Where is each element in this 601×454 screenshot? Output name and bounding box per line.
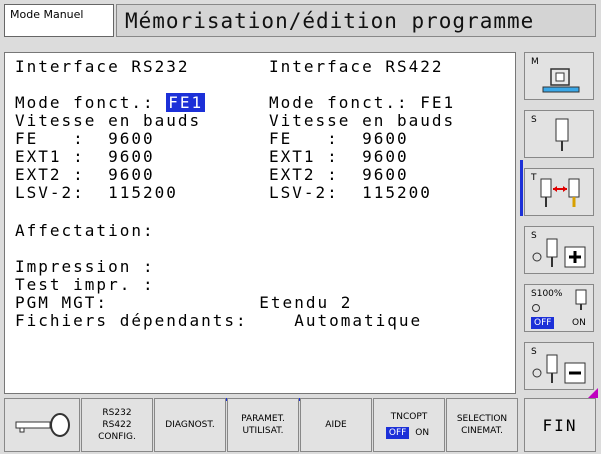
right-ext2-row: EXT2 : 9600 xyxy=(269,165,409,184)
right-mode-row: Mode fonct.: FE1 xyxy=(269,93,456,112)
side-button-s100-label: S100% xyxy=(531,289,563,299)
right-fe-row: FE : 9600 xyxy=(269,129,409,148)
machine-icon xyxy=(542,68,580,93)
s100-off-toggle[interactable]: OFF xyxy=(531,317,555,329)
utilisat-label: UTILISAT. xyxy=(242,426,284,436)
rs232-config-softkey[interactable]: RS232 RS422 CONFIG. xyxy=(81,398,153,452)
left-fe-row: FE : 9600 xyxy=(15,129,155,148)
side-button-t[interactable]: T xyxy=(524,168,594,216)
side-button-m[interactable]: M xyxy=(524,52,594,100)
spindle-icon-small xyxy=(532,304,540,312)
fichiers-dependants-row: Fichiers dépendants: Automatique xyxy=(15,311,423,330)
paramet-label: PARAMET. xyxy=(241,414,285,424)
aide-softkey[interactable]: AIDE xyxy=(300,398,372,452)
left-baud-title: Vitesse en bauds xyxy=(15,111,202,130)
right-baud-title: Vitesse en bauds xyxy=(269,111,456,130)
right-interface-header: Interface RS422 xyxy=(269,57,444,76)
impression-row: Impression : xyxy=(15,257,155,276)
diagnost-label: DIAGNOST. xyxy=(165,420,215,430)
spindle-override-icon xyxy=(575,289,587,310)
right-lsv2-row: LSV-2: 115200 xyxy=(269,183,432,202)
page-title: Mémorisation/édition programme xyxy=(116,4,596,37)
pgm-mgt-row: PGM MGT: Etendu 2 xyxy=(15,293,353,312)
fin-label: FIN xyxy=(542,415,578,435)
left-ext1-row: EXT1 : 9600 xyxy=(15,147,155,166)
diagnost-softkey[interactable]: DIAGNOST. xyxy=(154,398,226,452)
side-button-m-label: M xyxy=(531,57,539,67)
mode-tab: Mode Manuel xyxy=(4,4,114,37)
tool-change-icon xyxy=(540,178,580,207)
left-interface-header: Interface RS232 xyxy=(15,57,190,76)
right-ext1-row: EXT1 : 9600 xyxy=(269,147,409,166)
left-mode-label: Mode fonct.: xyxy=(15,93,167,112)
main-screen: Interface RS232 Interface RS422 Mode fon… xyxy=(4,52,516,394)
tncopt-on-toggle[interactable]: ON xyxy=(412,427,432,439)
spindle-icon xyxy=(555,118,569,151)
key-softkey[interactable] xyxy=(4,398,80,452)
side-button-s-label: S xyxy=(531,115,537,125)
sidebar-scroll-marker xyxy=(520,160,523,216)
paramet-utilisat-softkey[interactable]: PARAMET. UTILISAT. xyxy=(227,398,299,452)
tncopt-label: TNCOPT xyxy=(390,412,428,422)
tncopt-toggle: OFF ON xyxy=(385,427,432,439)
left-lsv2-row: LSV-2: 115200 xyxy=(15,183,178,202)
rs232-label: RS232 xyxy=(102,408,132,418)
affectation-label: Affectation: xyxy=(15,221,155,240)
side-button-s-plus[interactable]: S xyxy=(524,226,594,274)
config-label: CONFIG. xyxy=(98,432,136,442)
left-mode-value-field[interactable]: FE1 xyxy=(166,93,206,112)
spindle-minus-icon xyxy=(532,354,586,384)
left-ext2-row: EXT2 : 9600 xyxy=(15,165,155,184)
aide-label: AIDE xyxy=(325,420,347,430)
spindle-plus-icon xyxy=(532,238,586,268)
cinemat-label: CINEMAT. xyxy=(461,426,503,436)
fin-softkey[interactable]: FIN xyxy=(524,398,596,452)
side-button-s-minus[interactable]: S xyxy=(524,342,594,390)
selection-label: SELECTION xyxy=(456,414,508,424)
key-icon xyxy=(15,413,70,437)
selection-cinemat-softkey[interactable]: SELECTION CINEMAT. xyxy=(446,398,518,452)
tncopt-off-toggle[interactable]: OFF xyxy=(385,427,410,439)
side-button-s100[interactable]: S100% OFF ON xyxy=(524,284,594,332)
s100-on-toggle[interactable]: ON xyxy=(569,317,589,329)
side-button-s[interactable]: S xyxy=(524,110,594,158)
tncopt-softkey[interactable]: TNCOPT OFF ON xyxy=(373,398,445,452)
rs422-label: RS422 xyxy=(102,420,132,430)
test-impr-row: Test impr. : xyxy=(15,275,155,294)
left-mode-row: Mode fonct.: FE1 xyxy=(15,93,206,112)
corner-arrow-icon xyxy=(588,388,598,398)
